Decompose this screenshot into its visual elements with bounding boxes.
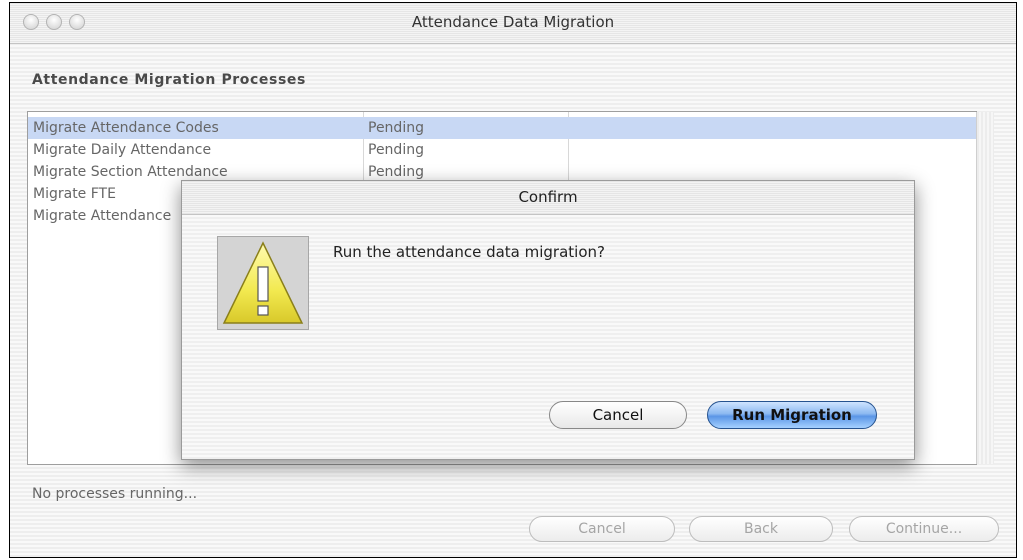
confirm-dialog: Confirm Run the attendance data migratio… bbox=[181, 180, 915, 460]
run-migration-button[interactable]: Run Migration bbox=[707, 401, 877, 429]
dialog-cancel-button[interactable]: Cancel bbox=[549, 401, 687, 429]
warning-triangle-icon bbox=[222, 241, 304, 324]
process-name: Migrate FTE bbox=[33, 186, 116, 202]
process-status: Pending bbox=[368, 164, 424, 180]
dialog-titlebar[interactable]: Confirm bbox=[182, 181, 914, 215]
process-name: Migrate Attendance bbox=[33, 208, 172, 224]
process-status: Pending bbox=[368, 120, 424, 136]
table-scrollbar[interactable] bbox=[976, 112, 994, 464]
process-row[interactable]: Migrate Attendance Codes Pending bbox=[28, 117, 976, 139]
window-title: Attendance Data Migration bbox=[411, 13, 615, 31]
status-text: No processes running... bbox=[32, 486, 198, 502]
process-status: Pending bbox=[368, 142, 424, 158]
dialog-title: Confirm bbox=[518, 188, 578, 206]
warning-icon bbox=[217, 236, 309, 330]
continue-button[interactable]: Continue... bbox=[849, 516, 999, 542]
process-name: Migrate Section Attendance bbox=[33, 164, 228, 180]
back-button[interactable]: Back bbox=[689, 516, 833, 542]
section-heading: Attendance Migration Processes bbox=[32, 72, 306, 88]
process-name: Migrate Attendance Codes bbox=[33, 120, 219, 136]
cancel-button[interactable]: Cancel bbox=[529, 516, 675, 542]
process-name: Migrate Daily Attendance bbox=[33, 142, 212, 158]
window-titlebar[interactable]: Attendance Data Migration bbox=[10, 3, 1016, 44]
process-row[interactable]: Migrate Daily Attendance Pending bbox=[28, 139, 976, 161]
dialog-message: Run the attendance data migration? bbox=[333, 243, 605, 261]
